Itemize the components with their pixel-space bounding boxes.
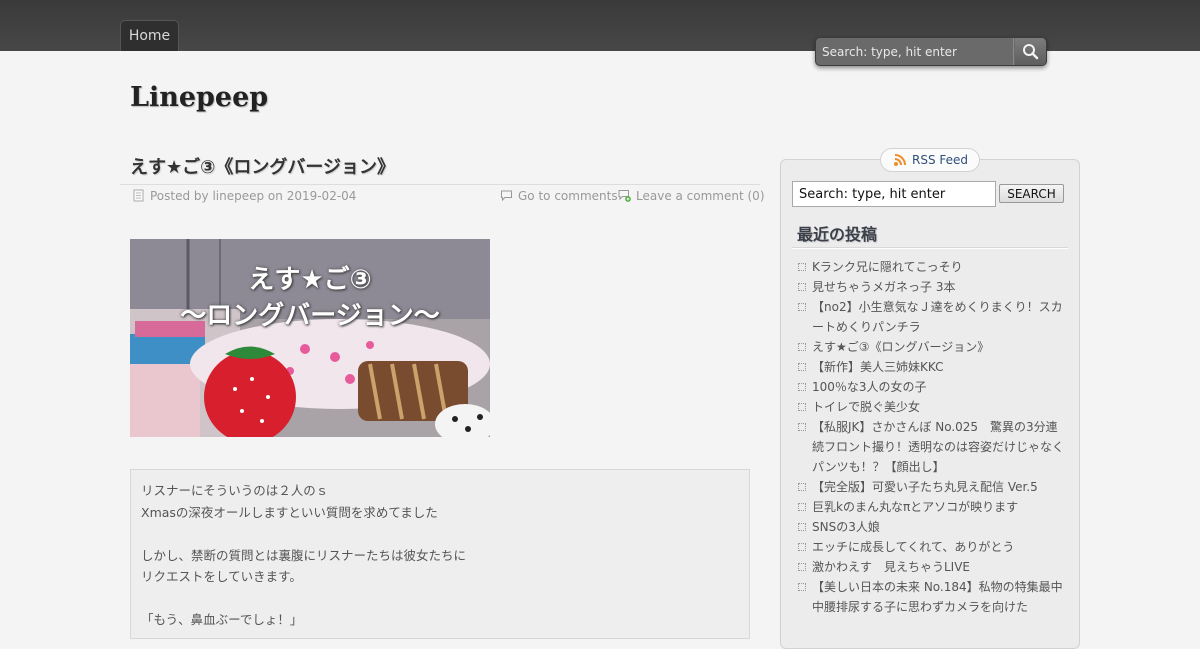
- thumbnail-caption-line1: えす★ご③: [248, 265, 372, 295]
- recent-post-link[interactable]: トイレで脱ぐ美少女: [812, 400, 920, 414]
- go-to-comments-link[interactable]: Go to comments: [518, 188, 618, 204]
- list-item: 巨乳kのまん丸なπとアソコが映ります: [796, 497, 1068, 517]
- list-item: えす★ご③《ロングバージョン》: [796, 337, 1068, 357]
- excerpt-line: [141, 523, 739, 545]
- leave-comment-link[interactable]: Leave a comment (0): [636, 188, 765, 204]
- comment-bubble-icon: [501, 190, 512, 202]
- site-title[interactable]: Linepeep: [130, 82, 268, 113]
- excerpt-line: [141, 588, 739, 610]
- list-item: 【新作】美人三姉妹KKC: [796, 357, 1068, 377]
- header-search-button[interactable]: [1015, 38, 1046, 65]
- post-byline: Posted by linepeep on 2019-02-04: [150, 189, 357, 203]
- list-item: 激かわえす 見えちゃうLIVE: [796, 557, 1068, 577]
- recent-post-link[interactable]: Kランク兄に隠れてこっそり: [812, 260, 963, 274]
- rss-feed-label: RSS Feed: [912, 153, 969, 167]
- list-item: Kランク兄に隠れてこっそり: [796, 257, 1068, 277]
- sidebar-search-button[interactable]: SEARCH: [999, 184, 1064, 203]
- post-thumbnail[interactable]: えす★ご③ 〜ロングバージョン〜: [130, 239, 490, 437]
- recent-post-link[interactable]: 【美しい日本の未来 No.184】私物の特集最中 中腰排尿する子に思わずカメラを…: [812, 580, 1075, 614]
- list-item: SNSの3人娘: [796, 517, 1068, 537]
- recent-post-link[interactable]: 【私服JK】さかさんぼ No.025 驚異の3分連続フロント撮り！透明なのは容姿…: [812, 420, 1064, 474]
- recent-posts-list: Kランク兄に隠れてこっそり 見せちゃうメガネっ子 3本 【no2】小生意気なＪ達…: [796, 257, 1075, 617]
- list-item: 【私服JK】さかさんぼ No.025 驚異の3分連続フロント撮り！透明なのは容姿…: [796, 417, 1068, 477]
- post-excerpt: リスナーにそういうのは２人のｓ Xmasの深夜オールしますといい質問を求めてまし…: [130, 469, 750, 639]
- nav-home-tab[interactable]: Home: [120, 20, 179, 51]
- excerpt-line: 「もう、鼻血ぶーでしょ！」: [141, 612, 303, 627]
- recent-posts-divider: [792, 247, 1068, 249]
- recent-post-link[interactable]: 【新作】美人三姉妹KKC: [812, 360, 943, 374]
- add-comment-icon: [618, 190, 631, 202]
- list-item: 見せちゃうメガネっ子 3本: [796, 277, 1068, 297]
- recent-post-link[interactable]: えす★ご③《ロングバージョン》: [812, 340, 989, 354]
- header-search-input[interactable]: [816, 38, 1014, 65]
- recent-post-link[interactable]: 激かわえす 見えちゃうLIVE: [812, 560, 970, 574]
- document-icon: [133, 189, 144, 202]
- rss-icon: [894, 154, 906, 166]
- list-item: トイレで脱ぐ美少女: [796, 397, 1068, 417]
- sidebar-search-input[interactable]: [792, 181, 996, 207]
- magnifier-icon: [1023, 44, 1039, 60]
- excerpt-line: しかし、禁断の質問とは裏腹にリスナーたちは彼女たちに: [141, 547, 467, 563]
- post-title[interactable]: えす★ご③《ロングバージョン》: [130, 153, 395, 179]
- recent-post-link[interactable]: 【no2】小生意気なＪ達をめくりまくり！スカートめくりパンチラ: [812, 300, 1063, 334]
- list-item: 【美しい日本の未来 No.184】私物の特集最中 中腰排尿する子に思わずカメラを…: [796, 577, 1075, 617]
- recent-post-link[interactable]: 【完全版】可愛い子たち丸見え配信 Ver.5: [812, 480, 1038, 494]
- recent-post-link[interactable]: 100％な3人の女の子: [812, 380, 927, 394]
- header-search-box: [815, 37, 1047, 66]
- list-item: 【完全版】可愛い子たち丸見え配信 Ver.5: [796, 477, 1068, 497]
- recent-post-link[interactable]: エッチに成長してくれて、ありがとう: [812, 540, 1014, 554]
- list-item: 100％な3人の女の子: [796, 377, 1068, 397]
- post-meta-divider: [120, 184, 760, 185]
- recent-post-link[interactable]: 見せちゃうメガネっ子 3本: [812, 280, 955, 294]
- rss-feed-link[interactable]: RSS Feed: [880, 148, 980, 172]
- thumbnail-caption-line2: 〜ロングバージョン〜: [180, 301, 440, 331]
- recent-posts-title: 最近の投稿: [797, 225, 878, 244]
- excerpt-line: Xmasの深夜オールしますといい質問を求めてました: [141, 504, 438, 520]
- excerpt-line: リクエストをしていきます。: [141, 569, 302, 584]
- recent-post-link[interactable]: 巨乳kのまん丸なπとアソコが映ります: [812, 500, 1018, 514]
- list-item: エッチに成長してくれて、ありがとう: [796, 537, 1068, 557]
- list-item: 【no2】小生意気なＪ達をめくりまくり！スカートめくりパンチラ: [796, 297, 1068, 337]
- excerpt-line: リスナーにそういうのは２人のｓ: [141, 483, 329, 498]
- recent-post-link[interactable]: SNSの3人娘: [812, 520, 880, 534]
